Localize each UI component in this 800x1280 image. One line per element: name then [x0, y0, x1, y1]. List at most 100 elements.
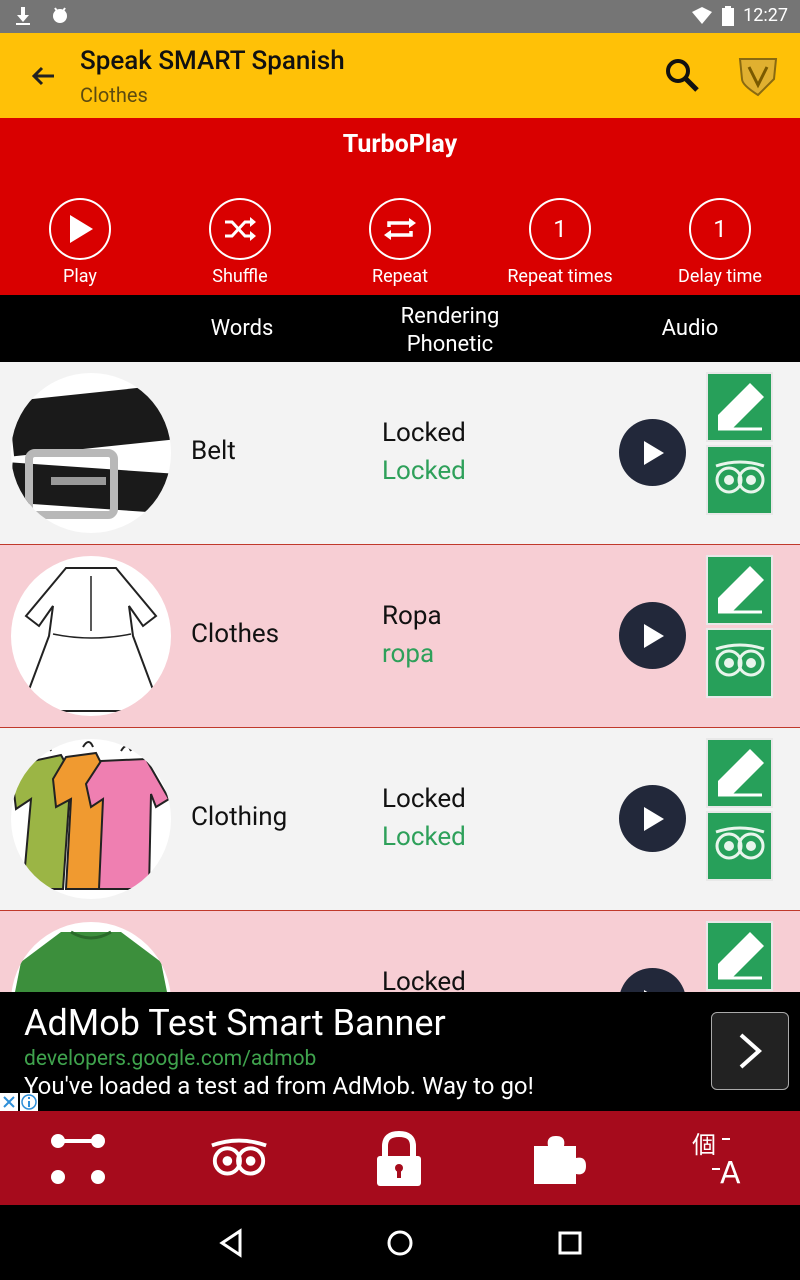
- play-icon: [643, 623, 664, 648]
- turbo-delay-time-label: Delay time: [678, 266, 762, 287]
- turbo-play-label: Play: [63, 266, 97, 287]
- edit-button[interactable]: [706, 555, 773, 625]
- wifi-icon: [692, 6, 713, 24]
- row-word: Clothes: [191, 619, 280, 649]
- ad-url[interactable]: developers.google.com/admob: [24, 1047, 316, 1071]
- owl-button[interactable]: [706, 628, 773, 698]
- back-arrow-icon[interactable]: [28, 61, 58, 91]
- status-time: 12:27: [743, 5, 788, 26]
- turbo-play-button[interactable]: Play: [0, 198, 160, 287]
- android-icon: [53, 7, 67, 23]
- column-audio: Audio: [661, 316, 719, 341]
- shuffle-icon: [225, 217, 256, 241]
- owl-icon: [715, 643, 764, 677]
- turboplay-panel: TurboPlay Play Shuffle Repeat 1 Repeat t…: [0, 118, 800, 295]
- play-icon: [643, 806, 664, 831]
- clothing-image: [11, 739, 171, 899]
- app-title: Speak SMART Spanish: [80, 46, 345, 76]
- info-icon[interactable]: [20, 1093, 38, 1111]
- row-phonetic: Locked: [382, 822, 466, 852]
- bottom-navigation: 個A: [0, 1111, 800, 1205]
- chevron-right-icon: [739, 1033, 763, 1069]
- row-word: Belt: [191, 436, 236, 466]
- play-icon: [643, 440, 664, 465]
- pencil-icon: [717, 749, 764, 797]
- battery-icon: [722, 5, 735, 26]
- nav-translate-button[interactable]: 個A: [690, 1129, 750, 1189]
- list-item[interactable]: Clothing Locked Locked: [0, 728, 800, 911]
- list-item[interactable]: Belt Locked Locked: [0, 362, 800, 545]
- turbo-shuffle-label: Shuffle: [212, 266, 268, 287]
- owl-icon: [715, 826, 764, 860]
- back-icon[interactable]: [216, 1227, 248, 1259]
- clothes-image: [11, 556, 171, 716]
- nav-connect-button[interactable]: [48, 1129, 108, 1189]
- turbo-repeat-times-button[interactable]: 1 Repeat times: [480, 198, 640, 287]
- word-list: Belt Locked Locked Clothes Ropa ropa Clo…: [0, 362, 800, 992]
- app-logo-icon[interactable]: [736, 53, 780, 97]
- row-rendering: Locked: [382, 418, 466, 448]
- row-phonetic: ropa: [382, 639, 435, 669]
- nav-owl-button[interactable]: [209, 1129, 269, 1189]
- shirt-image: [11, 922, 171, 992]
- audio-play-button[interactable]: [619, 785, 686, 852]
- pencil-icon: [717, 566, 764, 614]
- translate-icon: 個A: [692, 1131, 741, 1189]
- list-item[interactable]: Locked: [0, 911, 800, 992]
- column-rendering-phonetic: Rendering Phonetic: [370, 303, 530, 359]
- edit-button[interactable]: [706, 738, 773, 808]
- download-icon: [16, 7, 30, 25]
- edit-button[interactable]: [706, 372, 773, 442]
- turbo-delay-time-button[interactable]: 1 Delay time: [640, 198, 800, 287]
- status-bar: 12:27: [0, 0, 800, 33]
- list-item[interactable]: Clothes Ropa ropa: [0, 545, 800, 728]
- turbo-repeat-times-label: Repeat times: [507, 266, 613, 287]
- ad-title: AdMob Test Smart Banner: [24, 1002, 446, 1044]
- ad-description: You've loaded a test ad from AdMob. Way …: [24, 1072, 534, 1100]
- turbo-repeat-label: Repeat: [372, 266, 428, 287]
- connect-dots-icon: [51, 1134, 105, 1184]
- system-navigation: [0, 1205, 800, 1280]
- puzzle-icon: [534, 1136, 586, 1184]
- close-icon[interactable]: [0, 1093, 18, 1111]
- category-subtitle: Clothes: [80, 83, 148, 107]
- delay-time-value: 1: [689, 198, 751, 260]
- search-icon[interactable]: [664, 57, 700, 93]
- app-toolbar: Speak SMART Spanish Clothes: [0, 33, 800, 118]
- row-phonetic: Locked: [382, 456, 466, 486]
- edit-button[interactable]: [706, 921, 773, 991]
- turbo-repeat-button[interactable]: Repeat: [320, 198, 480, 287]
- audio-play-button[interactable]: [619, 419, 686, 486]
- turbo-shuffle-button[interactable]: Shuffle: [160, 198, 320, 287]
- owl-button[interactable]: [706, 811, 773, 881]
- row-rendering: Locked: [382, 967, 466, 992]
- repeat-icon: [384, 218, 416, 240]
- recents-icon[interactable]: [554, 1227, 586, 1259]
- svg-text:A: A: [720, 1156, 741, 1189]
- home-icon[interactable]: [384, 1227, 416, 1259]
- audio-play-button[interactable]: [619, 968, 686, 992]
- owl-icon: [211, 1138, 267, 1176]
- row-word: Clothing: [191, 802, 288, 832]
- nav-lock-button[interactable]: [369, 1129, 429, 1189]
- row-rendering: Locked: [382, 784, 466, 814]
- column-rendering: Rendering: [400, 304, 500, 329]
- nav-puzzle-button[interactable]: [529, 1129, 589, 1189]
- owl-icon: [715, 460, 764, 494]
- pencil-icon: [717, 932, 764, 980]
- row-rendering: Ropa: [382, 601, 442, 631]
- pencil-icon: [717, 383, 764, 431]
- turboplay-heading: TurboPlay: [342, 130, 458, 159]
- play-icon: [70, 215, 93, 243]
- repeat-times-value: 1: [529, 198, 591, 260]
- column-words: Words: [210, 316, 274, 341]
- app-screen: 12:27 Speak SMART Spanish Clothes TurboP…: [0, 0, 800, 1280]
- column-phonetic: Phonetic: [406, 332, 494, 357]
- ad-choices[interactable]: [0, 1093, 38, 1111]
- audio-play-button[interactable]: [619, 602, 686, 669]
- ad-banner[interactable]: AdMob Test Smart Banner developers.googl…: [0, 992, 800, 1111]
- owl-button[interactable]: [706, 445, 773, 515]
- belt-image: [11, 373, 171, 533]
- ad-open-button[interactable]: [711, 1012, 789, 1090]
- svg-text:個: 個: [692, 1131, 716, 1159]
